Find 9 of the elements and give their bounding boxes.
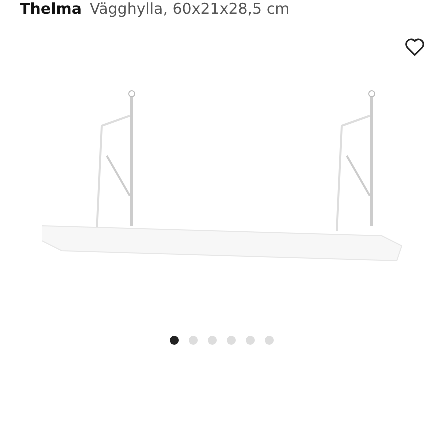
carousel-dot[interactable]: [246, 336, 254, 345]
carousel-dot[interactable]: [208, 336, 216, 345]
product-name: Vägghylla, 60x21x28,5 cm: [90, 0, 290, 18]
carousel-dot[interactable]: [264, 336, 274, 345]
carousel-dot[interactable]: [188, 336, 198, 345]
carousel-dot[interactable]: [226, 336, 236, 345]
carousel-dot[interactable]: [170, 336, 178, 345]
favorite-button[interactable]: [405, 38, 425, 56]
brand-name: Thelma: [20, 0, 82, 18]
